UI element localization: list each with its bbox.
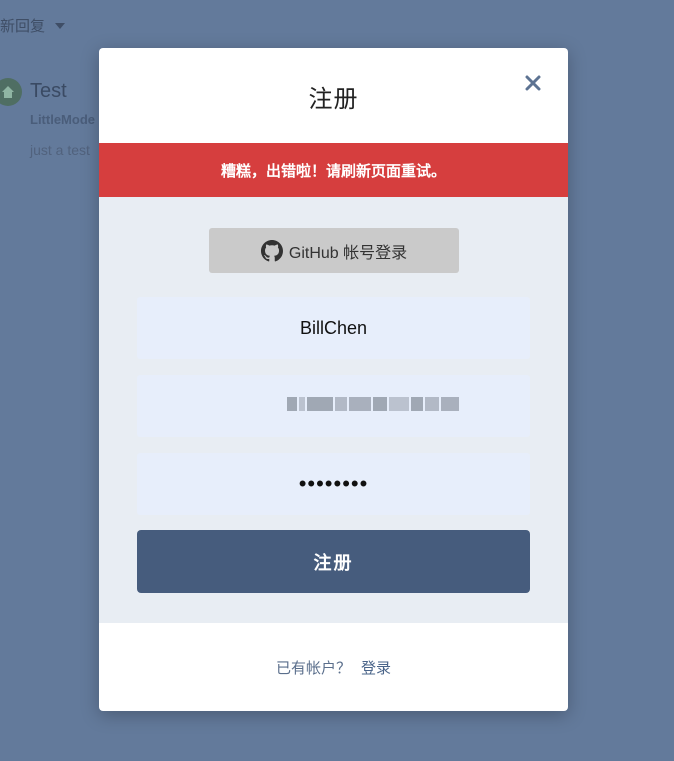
github-login-button[interactable]: GitHub 帐号登录 [209,228,459,273]
have-account-text: 已有帐户？ [275,659,351,677]
github-button-label: GitHub 帐号登录 [288,244,408,262]
post-title: Test [30,80,67,102]
avatar [0,78,22,106]
modal-footer: 已有帐户？ 登录 [99,623,568,711]
login-link[interactable]: 登录 [361,657,391,678]
error-message: 糟糕，出错啦！请刷新页面重试。 [220,162,446,180]
error-banner: 糟糕，出错啦！请刷新页面重试。 [99,143,568,197]
modal-title: 注册 [308,86,359,113]
password-input[interactable] [137,453,530,515]
username-input[interactable] [137,297,530,359]
sort-dropdown[interactable]: 新回复 [0,15,66,36]
sort-label: 新回复 [0,18,46,35]
register-button[interactable]: 注册 [137,530,530,593]
home-icon [2,86,14,98]
caret-down-icon [55,22,66,29]
close-button[interactable] [520,70,546,96]
close-icon [525,75,541,91]
modal-header: 注册 [99,48,568,143]
post-author: LittleMode [30,112,95,127]
signup-form: GitHub 帐号登录 注册 [99,197,568,623]
post-snippet: just a test [30,142,90,158]
signup-modal: 注册 糟糕，出错啦！请刷新页面重试。 GitHub 帐号登录 BillChen … [99,48,568,711]
email-input[interactable] [137,375,530,437]
blurred-email-value [287,397,459,411]
github-icon [260,239,283,261]
